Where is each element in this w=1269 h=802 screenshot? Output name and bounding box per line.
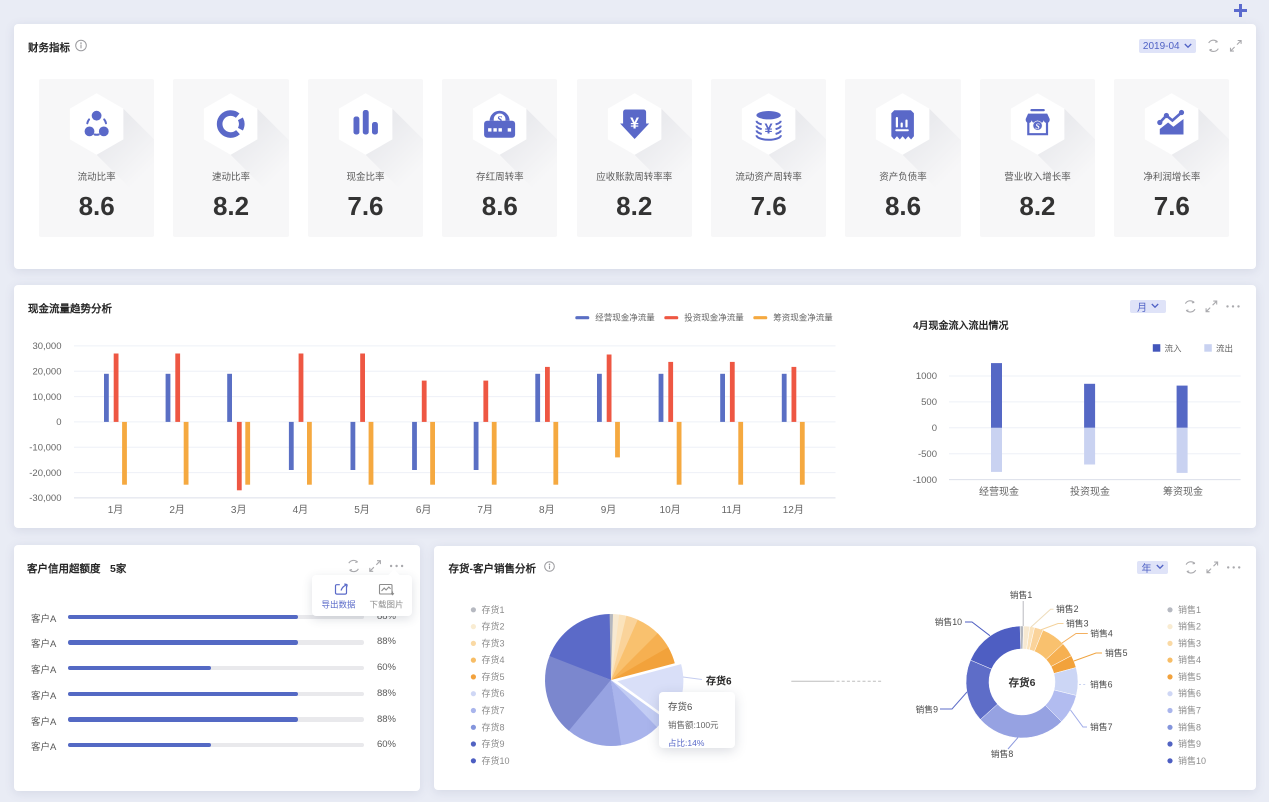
svg-text:销售10: 销售10 — [935, 616, 962, 627]
svg-text:导出数据: 导出数据 — [322, 599, 357, 609]
svg-text:下载图片: 下载图片 — [370, 599, 404, 609]
svg-text:销售6: 销售6 — [1090, 679, 1113, 690]
svg-text:销售4: 销售4 — [1090, 628, 1113, 639]
svg-text:销售3: 销售3 — [1066, 617, 1089, 628]
svg-text:销售9: 销售9 — [916, 704, 939, 715]
svg-text:销售7: 销售7 — [1090, 721, 1113, 732]
svg-text:销售8: 销售8 — [991, 748, 1014, 759]
svg-text:存货6: 存货6 — [1009, 676, 1036, 689]
svg-text:销售2: 销售2 — [1056, 603, 1079, 614]
svg-text:销售1: 销售1 — [1010, 589, 1033, 600]
svg-text:销售5: 销售5 — [1105, 647, 1128, 658]
